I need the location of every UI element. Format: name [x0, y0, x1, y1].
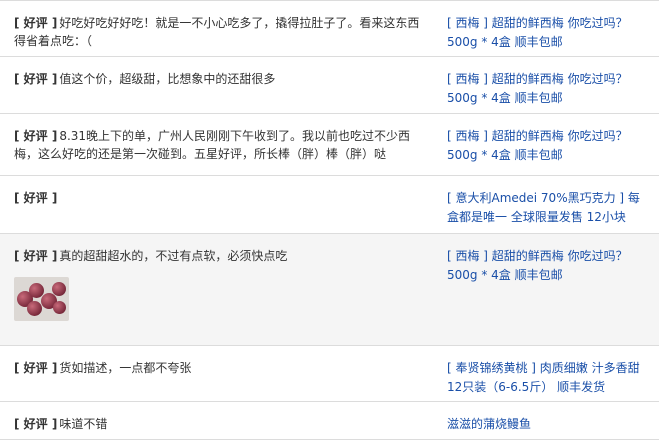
product-link[interactable]: [ 西梅 ] 超甜的鲜西梅 你吃过吗？500g * 4盒 顺丰包邮 [447, 16, 628, 49]
product-link[interactable]: [ 意大利Amedei 70%黑巧克力 ] 每盒都是唯一 全球限量发售 12小块 [447, 191, 640, 224]
review-product: [ 西梅 ] 超甜的鲜西梅 你吃过吗？500g * 4盒 顺丰包邮 [447, 70, 647, 108]
review-product: [ 西梅 ] 超甜的鲜西梅 你吃过吗？500g * 4盒 顺丰包邮 [447, 14, 647, 52]
review-row: [ 好评 ] 货如描述，一点都不夸张 [ 奉贤锦绣黄桃 ] 肉质细嫩 汁多香甜 1… [0, 346, 659, 402]
review-row: [ 好评 ] 8.31晚上下的单，广州人民刚刚下午收到了。我以前也吃过不少西梅，这… [0, 114, 659, 176]
review-photo-thumbnail[interactable] [14, 277, 69, 321]
review-tag: [ 好评 ] [14, 417, 58, 431]
review-content: [ 好评 ] [14, 189, 424, 207]
review-content: [ 好评 ] 味道不错 [14, 415, 424, 433]
review-text: 值这个价，超级甜，比想象中的还甜很多 [59, 72, 276, 86]
review-text: 真的超甜超水的，不过有点软，必须快点吃 [59, 249, 288, 263]
review-content: [ 好评 ] 货如描述，一点都不夸张 [14, 359, 424, 377]
review-list: [ 好评 ] 好吃好吃好好吃！就是一不小心吃多了，撬得拉肚子了。看来这东西得省着点… [0, 0, 659, 440]
review-text: 味道不错 [59, 417, 108, 431]
review-tag: [ 好评 ] [14, 72, 58, 86]
review-tag: [ 好评 ] [14, 129, 58, 143]
review-content: [ 好评 ] 好吃好吃好好吃！就是一不小心吃多了，撬得拉肚子了。看来这东西得省着点… [14, 14, 424, 50]
product-link[interactable]: [ 西梅 ] 超甜的鲜西梅 你吃过吗？500g * 4盒 顺丰包邮 [447, 129, 628, 162]
review-product: [ 西梅 ] 超甜的鲜西梅 你吃过吗？500g * 4盒 顺丰包邮 [447, 247, 647, 285]
product-link[interactable]: [ 西梅 ] 超甜的鲜西梅 你吃过吗？500g * 4盒 顺丰包邮 [447, 249, 628, 282]
review-content: [ 好评 ] 真的超甜超水的，不过有点软，必须快点吃 [14, 247, 424, 265]
review-product: 滋滋的蒲烧鳗鱼 [447, 415, 647, 434]
review-tag: [ 好评 ] [14, 16, 58, 30]
review-content: [ 好评 ] 8.31晚上下的单，广州人民刚刚下午收到了。我以前也吃过不少西梅，这… [14, 127, 424, 163]
review-row: [ 好评 ] 真的超甜超水的，不过有点软，必须快点吃 [ 西梅 ] 超甜的鲜西梅 … [0, 234, 659, 346]
product-link[interactable]: [ 西梅 ] 超甜的鲜西梅 你吃过吗？500g * 4盒 顺丰包邮 [447, 72, 628, 105]
review-content: [ 好评 ] 值这个价，超级甜，比想象中的还甜很多 [14, 70, 424, 88]
product-link[interactable]: [ 奉贤锦绣黄桃 ] 肉质细嫩 汁多香甜 12只装（6-6.5斤） 顺丰发货 [447, 361, 640, 394]
review-row: [ 好评 ] [ 意大利Amedei 70%黑巧克力 ] 每盒都是唯一 全球限量… [0, 176, 659, 234]
review-row: [ 好评 ] 味道不错 滋滋的蒲烧鳗鱼 [0, 402, 659, 440]
review-tag: [ 好评 ] [14, 191, 58, 205]
review-product: [ 奉贤锦绣黄桃 ] 肉质细嫩 汁多香甜 12只装（6-6.5斤） 顺丰发货 [447, 359, 647, 397]
product-link[interactable]: 滋滋的蒲烧鳗鱼 [447, 417, 531, 431]
review-row: [ 好评 ] 好吃好吃好好吃！就是一不小心吃多了，撬得拉肚子了。看来这东西得省着点… [0, 1, 659, 57]
review-text: 货如描述，一点都不夸张 [59, 361, 192, 375]
review-product: [ 意大利Amedei 70%黑巧克力 ] 每盒都是唯一 全球限量发售 12小块 [447, 189, 647, 227]
review-text: 好吃好吃好好吃！就是一不小心吃多了，撬得拉肚子了。看来这东西得省着点吃：（ [14, 16, 420, 48]
review-tag: [ 好评 ] [14, 361, 58, 375]
review-row: [ 好评 ] 值这个价，超级甜，比想象中的还甜很多 [ 西梅 ] 超甜的鲜西梅 你… [0, 57, 659, 114]
review-text: 8.31晚上下的单，广州人民刚刚下午收到了。我以前也吃过不少西梅，这么好吃的还是… [14, 129, 411, 161]
review-product: [ 西梅 ] 超甜的鲜西梅 你吃过吗？500g * 4盒 顺丰包邮 [447, 127, 647, 165]
review-tag: [ 好评 ] [14, 249, 58, 263]
